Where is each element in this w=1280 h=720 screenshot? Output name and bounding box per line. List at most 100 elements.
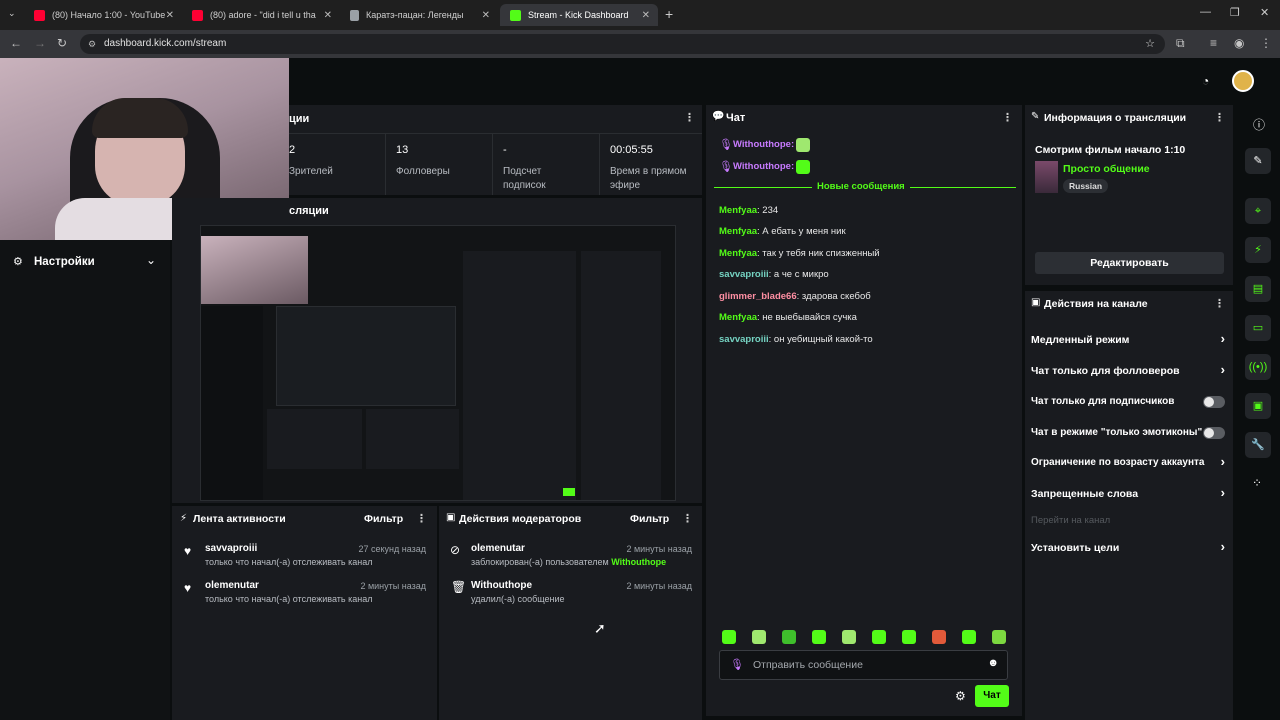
broadcast-tool-button[interactable]: ((•)) <box>1245 354 1271 380</box>
lightning-tool-button[interactable]: ⚡ <box>1245 237 1271 263</box>
more-options-icon[interactable]: ⋮ <box>682 512 693 525</box>
user-name[interactable]: olemenutar <box>471 543 525 554</box>
activity-desc: только что начал(-а) отслеживать канал <box>205 557 373 567</box>
emote-icon[interactable] <box>902 630 916 644</box>
activity-time: 27 секунд назад <box>358 544 426 554</box>
url-field[interactable]: ⚙ dashboard.kick.com/stream ☆ <box>80 34 1165 54</box>
new-tab-icon[interactable]: + <box>665 6 673 22</box>
chat-username[interactable]: Menfyaa <box>719 248 757 259</box>
more-options-icon[interactable]: ⋮ <box>684 111 695 124</box>
chat-username[interactable]: savvaproiii <box>719 269 769 280</box>
emote-icon[interactable] <box>992 630 1006 644</box>
chat-message: savvaproiii: а че с микро <box>719 269 829 280</box>
stats-divider <box>289 133 702 134</box>
kick-logo-icon <box>510 9 521 21</box>
user-name[interactable]: Withouthope <box>471 580 532 591</box>
tab-youtube-1[interactable]: (80) Начало 1:00 - YouTube ✕ <box>24 4 182 26</box>
info-icon[interactable]: ⓘ <box>1253 116 1265 133</box>
extensions-icon[interactable]: ⧉ <box>1176 36 1185 51</box>
close-icon[interactable]: ✕ <box>166 10 174 21</box>
notifications-icon[interactable]: ◔ <box>1202 74 1209 88</box>
emote-icon[interactable] <box>932 630 946 644</box>
user-name[interactable]: savvaproiii <box>205 543 257 554</box>
tab-youtube-2[interactable]: (80) adore - "did i tell u tha ✕ <box>182 4 340 26</box>
user-name[interactable]: olemenutar <box>205 580 259 591</box>
mouse-cursor-icon: ➚ <box>594 620 606 636</box>
tab-karate[interactable]: Каратэ-пацан: Легенды ✕ <box>340 4 498 26</box>
tab-search-icon[interactable]: ⌄ <box>8 8 16 19</box>
chat-username[interactable]: Menfyaa <box>719 226 757 237</box>
action-account-age[interactable]: Ограничение по возрасту аккаунта › <box>1025 454 1233 474</box>
uptime-value: 00:05:55 <box>610 144 653 156</box>
action-slow-mode[interactable]: Медленный режим › <box>1025 331 1233 351</box>
activity-filter-button[interactable]: Фильтр <box>364 513 403 525</box>
site-info-icon[interactable]: ⚙ <box>88 34 96 54</box>
viewers-count: 2 <box>289 144 296 156</box>
back-icon[interactable]: ← <box>10 36 22 50</box>
chat-username[interactable]: savvaproiii <box>719 334 769 345</box>
action-go-to-channel[interactable]: Перейти на канал <box>1025 513 1233 531</box>
emote-icon <box>796 160 810 174</box>
notes-tool-button[interactable]: ▤ <box>1245 276 1271 302</box>
mod-action-target[interactable]: Withouthope <box>611 557 666 567</box>
mod-filter-button[interactable]: Фильтр <box>630 513 669 525</box>
edit-button[interactable]: Редактировать <box>1035 252 1224 274</box>
mic-icon: 🎙 <box>719 161 733 173</box>
tab-kick-dashboard[interactable]: Stream - Kick Dashboard ✕ <box>500 4 658 26</box>
forward-icon[interactable]: → <box>34 36 46 50</box>
chat-settings-gear-icon[interactable]: ⚙ <box>955 689 966 703</box>
preview-activity <box>267 409 362 469</box>
category-link[interactable]: Просто общение <box>1063 163 1150 175</box>
chat-username[interactable]: glimmer_blade66 <box>719 291 797 302</box>
more-options-icon[interactable]: ⋮ <box>1214 111 1225 124</box>
emote-icon[interactable] <box>962 630 976 644</box>
close-icon[interactable]: ✕ <box>482 10 490 21</box>
bookmark-star-icon[interactable]: ☆ <box>1145 34 1155 54</box>
layout-icon: ▣ <box>1252 400 1264 412</box>
emote-icon[interactable] <box>872 630 886 644</box>
activity-desc: только что начал(-а) отслеживать канал <box>205 594 373 604</box>
user-avatar[interactable] <box>1232 70 1254 92</box>
emote-icon[interactable] <box>812 630 826 644</box>
subscribers-only-toggle[interactable] <box>1203 396 1225 408</box>
apps-icon[interactable]: ⁘ <box>1252 476 1262 490</box>
profile-icon[interactable]: ◉ <box>1234 36 1244 50</box>
action-followers-only[interactable]: Чат только для фолловеров › <box>1025 362 1233 382</box>
emoji-picker-icon[interactable]: ☻ <box>987 657 999 669</box>
chat-username[interactable]: Withouthope: <box>733 161 794 172</box>
layout-tool-button[interactable]: ▣ <box>1245 393 1271 419</box>
menu-icon[interactable]: ⋮ <box>1260 36 1272 50</box>
emote-icon[interactable] <box>842 630 856 644</box>
more-options-icon[interactable]: ⋮ <box>1214 297 1225 310</box>
emote-icon[interactable] <box>722 630 736 644</box>
more-options-icon[interactable]: ⋮ <box>416 512 427 525</box>
category-thumbnail <box>1035 161 1058 193</box>
action-set-goals[interactable]: Установить цели › <box>1025 539 1233 559</box>
restore-icon[interactable]: ❐ <box>1230 6 1240 19</box>
wrench-tool-button[interactable]: 🔧 <box>1245 432 1271 458</box>
close-icon[interactable]: ✕ <box>324 10 332 21</box>
chat-tool-button[interactable]: ▭ <box>1245 315 1271 341</box>
reload-icon[interactable]: ↻ <box>57 36 67 50</box>
chat-input-box[interactable]: 🎙 Отправить сообщение ☻ <box>719 650 1008 680</box>
chevron-down-icon[interactable]: ⌄ <box>146 253 156 267</box>
emote-icon[interactable] <box>782 630 796 644</box>
more-options-icon[interactable]: ⋮ <box>1002 111 1013 124</box>
sidebar-item-settings[interactable]: ⚙ Настройки ⌄ <box>0 250 170 276</box>
media-icon[interactable]: ≡ <box>1210 36 1217 50</box>
mod-action-desc: удалил(-а) сообщение <box>471 594 565 604</box>
stats-panel: ции ⋮ 2 Зрителей 13 Фолловеры - Подсчет … <box>289 105 702 195</box>
close-icon[interactable]: ✕ <box>642 10 650 21</box>
chat-username[interactable]: Menfyaa <box>719 205 757 216</box>
minimize-icon[interactable]: — <box>1200 6 1211 18</box>
chat-username[interactable]: Menfyaa <box>719 312 757 323</box>
close-window-icon[interactable]: ✕ <box>1260 6 1269 19</box>
chat-send-button[interactable]: Чат <box>975 685 1009 707</box>
emote-icon[interactable] <box>752 630 766 644</box>
action-banned-words[interactable]: Запрещенные слова › <box>1025 485 1233 505</box>
emotes-only-toggle[interactable] <box>1203 427 1225 439</box>
action-label: Перейти на канал <box>1031 515 1111 526</box>
edit-tool-button[interactable]: ✎ <box>1245 148 1271 174</box>
chat-username[interactable]: Withouthope: <box>733 139 794 150</box>
camera-tool-button[interactable]: ⌖ <box>1245 198 1271 224</box>
